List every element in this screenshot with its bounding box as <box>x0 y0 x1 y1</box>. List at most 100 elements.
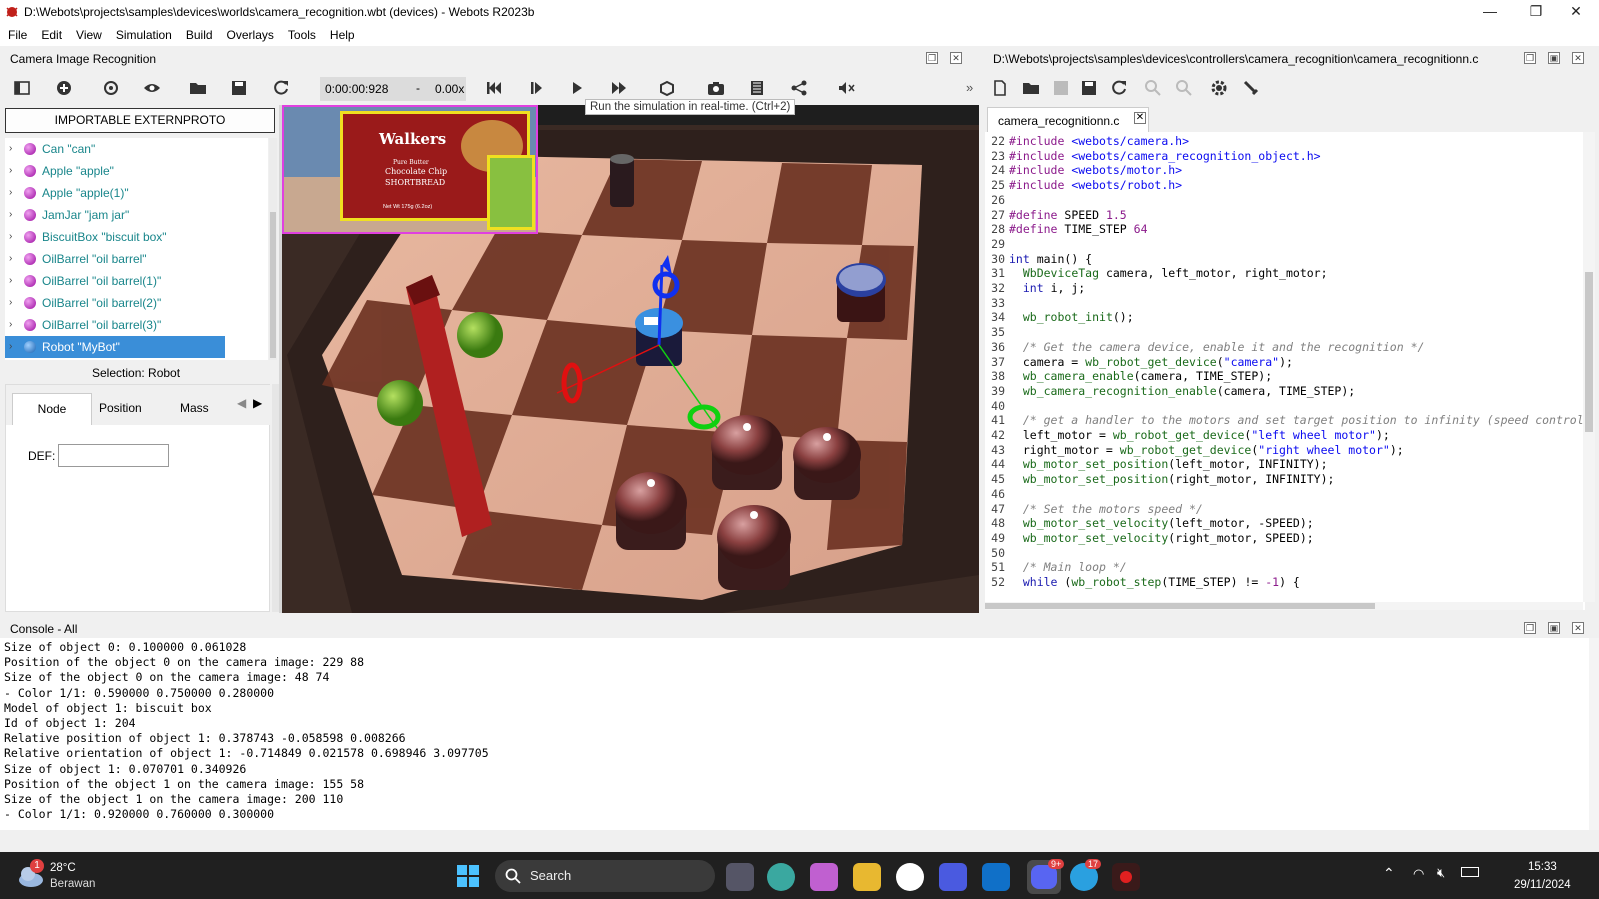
menu-view[interactable]: View <box>68 24 108 42</box>
taskbar-search-box[interactable]: Search <box>495 860 715 892</box>
menu-overlays[interactable]: Overlays <box>219 24 280 42</box>
tree-item[interactable]: › Robot "MyBot" <box>5 336 225 358</box>
code-line[interactable]: wb_camera_recognition_enable(camera, TIM… <box>1009 384 1355 398</box>
dell-icon[interactable] <box>896 863 924 891</box>
webots-taskbar-icon[interactable] <box>1112 863 1140 891</box>
jam-jar[interactable] <box>836 263 886 322</box>
file-explorer-icon[interactable] <box>853 863 881 891</box>
tree-item[interactable]: › BiscuitBox "biscuit box" <box>5 226 225 248</box>
oil-barrel-1[interactable] <box>793 427 861 500</box>
replace-button[interactable] <box>1170 76 1198 100</box>
expand-arrow-icon[interactable]: › <box>9 182 12 204</box>
can[interactable] <box>610 157 634 207</box>
copilot-icon[interactable] <box>810 863 838 891</box>
code-line[interactable]: #include <webots/motor.h> <box>1009 163 1182 177</box>
menu-help[interactable]: Help <box>322 24 361 42</box>
expand-arrow-icon[interactable]: › <box>9 204 12 226</box>
tree-item[interactable]: › OilBarrel "oil barrel(3)" <box>5 314 225 336</box>
tree-item[interactable]: › OilBarrel "oil barrel(2)" <box>5 292 225 314</box>
tree-item[interactable]: › Apple "apple" <box>5 160 225 182</box>
open-world-button[interactable] <box>184 76 212 100</box>
copilot-app-icon[interactable] <box>939 863 967 891</box>
menu-tools[interactable]: Tools <box>280 24 322 42</box>
revert-button[interactable] <box>1105 76 1133 100</box>
clean-button[interactable] <box>1237 76 1265 100</box>
editor-close-button[interactable]: ✕ <box>1572 52 1584 64</box>
weather-temp[interactable]: 28°C <box>50 862 76 874</box>
code-line[interactable]: wb_motor_set_position(left_motor, INFINI… <box>1009 457 1328 471</box>
editor-horizontal-scrollbar[interactable] <box>985 602 1583 610</box>
toggle-scene-tree-button[interactable] <box>8 76 36 100</box>
code-line[interactable]: #define SPEED 1.5 <box>1009 208 1127 222</box>
editor-float-button[interactable]: ❐ <box>1524 52 1536 64</box>
save-as-button[interactable] <box>1075 76 1103 100</box>
splitter[interactable] <box>279 105 282 613</box>
code-line[interactable]: wb_camera_enable(camera, TIME_STEP); <box>1009 369 1272 383</box>
console-maximize-button[interactable]: ▣ <box>1548 622 1560 634</box>
minimize-button[interactable]: — <box>1467 0 1513 24</box>
def-input[interactable] <box>58 444 169 467</box>
code-line[interactable]: wb_robot_init(); <box>1009 310 1134 324</box>
code-line[interactable]: int main() { <box>1009 252 1092 266</box>
expand-arrow-icon[interactable]: › <box>9 292 12 314</box>
battery-icon[interactable] <box>1461 867 1479 877</box>
expand-arrow-icon[interactable]: › <box>9 160 12 182</box>
build-settings-button[interactable] <box>1205 76 1233 100</box>
tree-item[interactable]: › OilBarrel "oil barrel" <box>5 248 225 270</box>
console-scrollbar[interactable] <box>1589 638 1599 830</box>
wifi-icon[interactable]: ◠ <box>1413 866 1424 882</box>
tab-position[interactable]: Position <box>99 401 142 415</box>
editor-maximize-button[interactable]: ▣ <box>1548 52 1560 64</box>
code-line[interactable]: #include <webots/camera_recognition_obje… <box>1009 149 1321 163</box>
expand-arrow-icon[interactable]: › <box>9 270 12 292</box>
add-node-button[interactable] <box>50 76 78 100</box>
code-line[interactable]: #define TIME_STEP 64 <box>1009 222 1148 236</box>
code-editor[interactable]: 22 #include <webots/camera.h> 23 #include <… <box>985 132 1585 610</box>
code-line[interactable]: #include <webots/robot.h> <box>1009 178 1182 192</box>
editor-tab-close-icon[interactable]: ✕ <box>1134 112 1146 124</box>
expand-arrow-icon[interactable]: › <box>9 226 12 248</box>
oil-barrel-3[interactable] <box>717 505 791 590</box>
console-output[interactable]: Size of object 0: 0.100000 0.061028 Posit… <box>0 638 1599 830</box>
share-button[interactable] <box>785 76 813 100</box>
run-realtime-button[interactable] <box>563 76 591 100</box>
menu-simulation[interactable]: Simulation <box>108 24 178 42</box>
fast-forward-button[interactable] <box>605 76 633 100</box>
record-movie-button[interactable] <box>743 76 771 100</box>
code-line[interactable]: /* get a handler to the motors and set t… <box>1009 413 1584 427</box>
reset-view-button[interactable] <box>97 76 125 100</box>
code-line[interactable]: #include <webots/camera.h> <box>1009 134 1189 148</box>
menu-file[interactable]: File <box>0 24 33 42</box>
code-line[interactable]: /* Get the camera device, enable it and … <box>1009 340 1425 354</box>
expand-arrow-icon[interactable]: › <box>9 336 12 358</box>
code-line[interactable]: left_motor = wb_robot_get_device("left w… <box>1009 428 1390 442</box>
editor-vertical-scrollbar[interactable] <box>1583 132 1595 602</box>
tab-scroll-left[interactable]: ◀ <box>237 396 246 410</box>
reload-world-button[interactable] <box>267 76 295 100</box>
task-view-icon[interactable] <box>726 863 754 891</box>
apple[interactable] <box>457 312 503 358</box>
menu-build[interactable]: Build <box>178 24 219 42</box>
expand-arrow-icon[interactable]: › <box>9 138 12 160</box>
mute-button[interactable] <box>832 76 860 100</box>
screenshot-button[interactable] <box>702 76 730 100</box>
tab-scroll-right[interactable]: ▶ <box>253 396 262 410</box>
menu-edit[interactable]: Edit <box>33 24 68 42</box>
tab-mass[interactable]: Mass <box>180 401 209 415</box>
open-file-button[interactable] <box>1017 76 1045 100</box>
tree-item[interactable]: › JamJar "jam jar" <box>5 204 225 226</box>
find-button[interactable] <box>1139 76 1167 100</box>
tree-item[interactable]: › OilBarrel "oil barrel(1)" <box>5 270 225 292</box>
step-button[interactable] <box>522 76 550 100</box>
tray-chevron-up-icon[interactable]: ⌃ <box>1383 865 1395 882</box>
code-line[interactable]: right_motor = wb_robot_get_device("right… <box>1009 443 1404 457</box>
outlook-icon[interactable] <box>982 863 1010 891</box>
edge-icon[interactable] <box>767 863 795 891</box>
new-file-button[interactable] <box>986 76 1014 100</box>
code-line[interactable]: wb_motor_set_velocity(left_motor, -SPEED… <box>1009 516 1314 530</box>
weather-desc[interactable]: Berawan <box>50 878 95 890</box>
clock-date[interactable]: 29/11/2024 <box>1514 879 1571 891</box>
editor-tab[interactable]: camera_recognitionn.c ✕ <box>987 107 1149 132</box>
tab-node[interactable]: Node <box>12 393 92 425</box>
tree-item[interactable]: › Can "can" <box>5 138 225 160</box>
